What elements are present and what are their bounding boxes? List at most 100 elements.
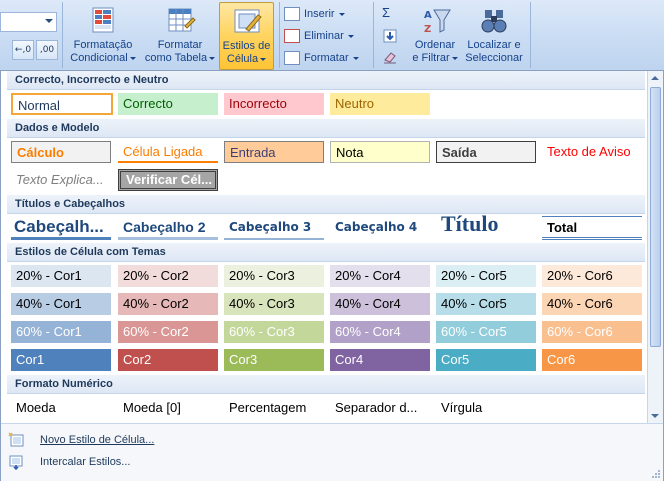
- style-accent3-60[interactable]: 60% - Cor3: [224, 321, 324, 343]
- style-title[interactable]: Título: [436, 211, 536, 237]
- gallery-scrollbar[interactable]: [647, 71, 663, 423]
- style-accent1-20[interactable]: 20% - Cor1: [11, 265, 111, 287]
- style-accent5-40[interactable]: 40% - Cor5: [436, 293, 536, 315]
- merge-styles-icon: [7, 454, 25, 471]
- style-accent5-100[interactable]: Cor5: [436, 349, 536, 371]
- style-heading-2[interactable]: Cabeçalho 2: [118, 216, 218, 240]
- new-style-icon: [7, 432, 25, 448]
- style-calculation[interactable]: Cálculo: [11, 141, 111, 163]
- style-accent3-20[interactable]: 20% - Cor3: [224, 265, 324, 287]
- style-check-cell[interactable]: Verificar Cél...: [118, 169, 218, 191]
- cell-styles-label-2: Célula: [226, 53, 259, 65]
- group-separator: [279, 2, 280, 68]
- style-comma[interactable]: Vírgula: [436, 397, 536, 419]
- clear-button[interactable]: [382, 50, 406, 68]
- format-table-label-2: como Tabela: [144, 52, 208, 64]
- style-accent2-100[interactable]: Cor2: [118, 349, 218, 371]
- increase-decimal-button[interactable]: ←,0: [12, 40, 34, 60]
- group-separator: [530, 2, 531, 68]
- merge-styles-label: Intercalar Estilos...: [40, 456, 131, 468]
- gallery-content: Correcto, Incorrecto e Neutro Normal Cor…: [7, 71, 645, 423]
- delete-label: Eliminar: [304, 30, 344, 42]
- chevron-down-icon: [347, 34, 354, 38]
- style-warning-text[interactable]: Texto de Aviso: [542, 141, 645, 163]
- find-select-label-2: Seleccionar: [465, 52, 523, 64]
- style-accent2-20[interactable]: 20% - Cor2: [118, 265, 218, 287]
- section-header-good-bad: Correcto, Incorrecto e Neutro: [7, 71, 645, 90]
- style-input[interactable]: Entrada: [224, 141, 324, 163]
- format-as-table-button[interactable]: Formatar como Tabela: [144, 2, 216, 70]
- format-button[interactable]: Formatar: [284, 48, 359, 68]
- sort-filter-button[interactable]: A Z Ordenar e Filtrar: [410, 2, 460, 70]
- fill-button[interactable]: [382, 28, 406, 46]
- style-total[interactable]: Total: [542, 216, 642, 240]
- style-accent4-60[interactable]: 60% - Cor4: [330, 321, 430, 343]
- style-accent4-40[interactable]: 40% - Cor4: [330, 293, 430, 315]
- style-accent4-100[interactable]: Cor4: [330, 349, 430, 371]
- style-note[interactable]: Nota: [330, 141, 430, 163]
- sum-icon: Σ: [382, 5, 391, 20]
- style-linked-cell[interactable]: Célula Ligada: [118, 141, 218, 163]
- table-format-icon: [163, 6, 197, 36]
- style-normal[interactable]: Normal: [11, 93, 113, 115]
- conditional-formatting-button[interactable]: Formatação Condicional: [66, 2, 140, 70]
- cell-styles-button[interactable]: Estilos de Célula: [219, 2, 274, 70]
- style-accent4-20[interactable]: 20% - Cor4: [330, 265, 430, 287]
- autosum-button[interactable]: Σ: [382, 4, 406, 22]
- style-good[interactable]: Correcto: [118, 93, 218, 115]
- style-accent1-100[interactable]: Cor1: [11, 349, 111, 371]
- style-accent1-40[interactable]: 40% - Cor1: [11, 293, 111, 315]
- style-accent6-100[interactable]: Cor6: [542, 349, 642, 371]
- style-output[interactable]: Saída: [436, 141, 536, 163]
- style-heading-4[interactable]: Cabeçalho 4: [330, 216, 430, 240]
- delete-button[interactable]: Eliminar: [284, 26, 354, 46]
- style-accent3-100[interactable]: Cor3: [224, 349, 324, 371]
- svg-text:A: A: [424, 10, 432, 21]
- cell-styles-label-1: Estilos de: [222, 40, 271, 52]
- new-cell-style-item[interactable]: Novo Estilo de Célula...: [7, 429, 154, 451]
- new-style-label: Novo Estilo de Célula...: [40, 434, 155, 446]
- format-label: Formatar: [304, 52, 349, 64]
- merge-styles-item[interactable]: Intercalar Estilos...: [7, 451, 130, 473]
- style-currency-0[interactable]: Moeda [0]: [118, 397, 218, 419]
- group-separator: [62, 2, 63, 68]
- style-accent3-40[interactable]: 40% - Cor3: [224, 293, 324, 315]
- find-select-button[interactable]: Localizar e Seleccionar: [462, 2, 526, 73]
- style-accent6-20[interactable]: 20% - Cor6: [542, 265, 642, 287]
- fill-down-icon: [383, 29, 397, 43]
- font-size-combo[interactable]: [0, 12, 57, 32]
- decrease-decimal-button[interactable]: ,00: [36, 40, 58, 60]
- scroll-thumb[interactable]: [650, 87, 661, 347]
- resize-grip-icon[interactable]: [651, 469, 661, 479]
- scroll-up-icon[interactable]: [651, 76, 659, 80]
- scroll-down-icon[interactable]: [651, 414, 659, 418]
- style-accent2-60[interactable]: 60% - Cor2: [118, 321, 218, 343]
- style-accent5-60[interactable]: 60% - Cor5: [436, 321, 536, 343]
- style-accent2-40[interactable]: 40% - Cor2: [118, 293, 218, 315]
- section-header-number: Formato Numérico: [7, 375, 645, 394]
- sort-filter-icon: A Z: [418, 6, 452, 36]
- svg-text:Z: Z: [424, 24, 431, 35]
- style-bad[interactable]: Incorrecto: [224, 93, 324, 115]
- style-currency[interactable]: Moeda: [11, 397, 111, 419]
- style-accent5-20[interactable]: 20% - Cor5: [436, 265, 536, 287]
- section-header-themed: Estilos de Célula com Temas: [7, 243, 645, 262]
- chevron-down-icon: [45, 19, 53, 23]
- style-explanatory-text[interactable]: Texto Explica...: [11, 169, 111, 191]
- format-cells-icon: [284, 51, 300, 66]
- style-accent1-60[interactable]: 60% - Cor1: [11, 321, 111, 343]
- conditional-formatting-label-2: Condicional: [70, 52, 128, 64]
- format-table-label-1: Formatar: [157, 39, 203, 51]
- style-heading-3[interactable]: Cabeçalho 3: [224, 216, 324, 240]
- delete-cells-icon: [284, 29, 300, 44]
- cell-styles-gallery: Correcto, Incorrecto e Neutro Normal Cor…: [0, 70, 664, 481]
- binoculars-icon: [477, 6, 511, 36]
- style-percent[interactable]: Percentagem: [224, 397, 324, 419]
- style-accent6-60[interactable]: 60% - Cor6: [542, 321, 642, 343]
- style-neutral[interactable]: Neutro: [330, 93, 430, 115]
- style-heading-1[interactable]: Cabeçalh...: [11, 216, 111, 240]
- style-accent6-40[interactable]: 40% - Cor6: [542, 293, 642, 315]
- style-thousands-separator[interactable]: Separador d...: [330, 397, 430, 419]
- group-separator: [373, 2, 374, 68]
- insert-button[interactable]: Inserir: [284, 4, 345, 24]
